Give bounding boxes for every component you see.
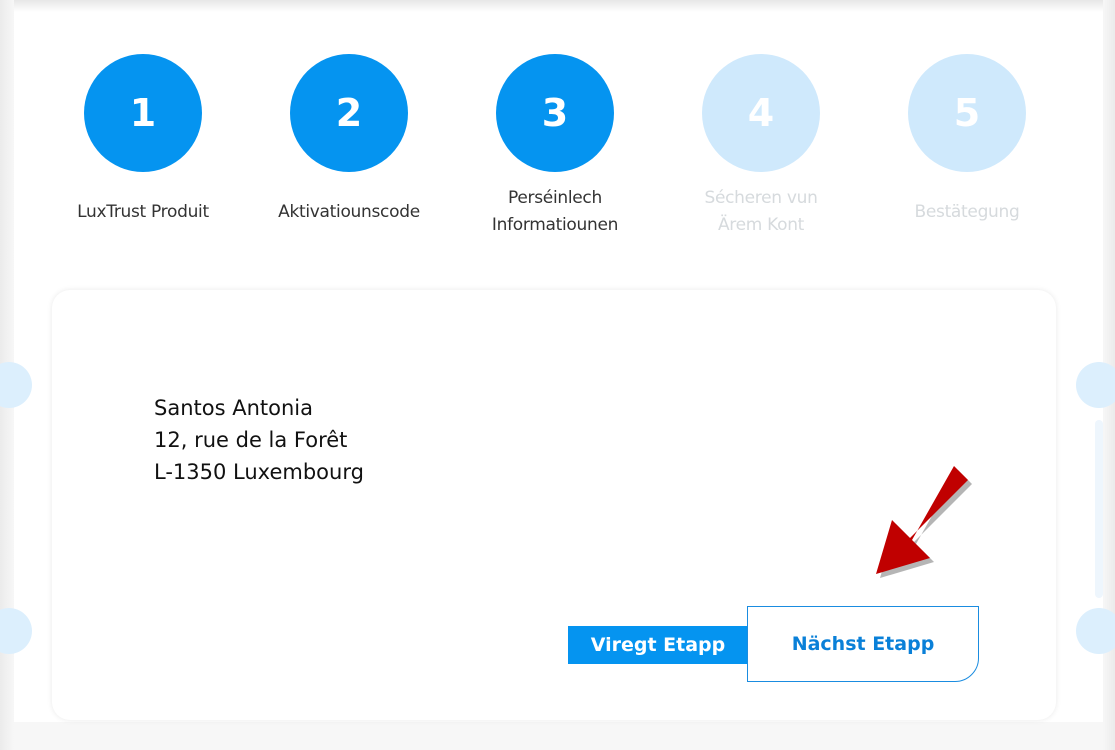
- top-shadow: [0, 0, 1115, 12]
- carousel-dot-left-bottom[interactable]: [0, 608, 32, 654]
- step-4-label: Sécheren vun Ärem Kont: [656, 184, 866, 240]
- step-4-label-line-1: Sécheren vun: [704, 188, 818, 208]
- scrollbar[interactable]: [1095, 420, 1103, 598]
- step-3-circle: 3: [496, 54, 614, 172]
- step-5-label-line: Bestätegung: [914, 201, 1020, 222]
- step-1-label: LuxTrust Produit: [38, 184, 248, 240]
- address-city: L-1350 Luxembourg: [154, 460, 364, 484]
- step-4: 4 Sécheren vun Ärem Kont: [656, 54, 866, 240]
- address-block: Santos Antonia 12, rue de la Forêt L-135…: [154, 392, 364, 488]
- step-5-label: Bestätegung: [862, 184, 1072, 240]
- carousel-dot-right-bottom[interactable]: [1076, 608, 1115, 654]
- arrow-down-left-icon: [876, 466, 972, 578]
- step-3-label-line-2: Informatiounen: [491, 215, 619, 235]
- step-2-circle: 2: [290, 54, 408, 172]
- step-3[interactable]: 3 Perséinlech Informatiounen: [450, 54, 660, 240]
- step-5: 5 Bestätegung: [862, 54, 1072, 240]
- step-1-label-line: LuxTrust Produit: [77, 201, 209, 222]
- carousel-dot-left-top[interactable]: [0, 362, 32, 408]
- address-name: Santos Antonia: [154, 396, 313, 420]
- step-1[interactable]: 1 LuxTrust Produit: [38, 54, 248, 240]
- carousel-dot-right-top[interactable]: [1076, 362, 1115, 408]
- step-1-circle: 1: [84, 54, 202, 172]
- step-4-circle: 4: [702, 54, 820, 172]
- step-2-label-line: Aktivatiounscode: [278, 201, 420, 222]
- step-2[interactable]: 2 Aktivatiounscode: [244, 54, 454, 240]
- step-2-label: Aktivatiounscode: [244, 184, 454, 240]
- next-step-button[interactable]: Nächst Etapp: [747, 606, 979, 682]
- step-3-label: Perséinlech Informatiounen: [450, 184, 660, 240]
- step-3-label-line-1: Perséinlech: [508, 188, 602, 208]
- address-street: 12, rue de la Forêt: [154, 428, 348, 452]
- bottom-band: [14, 722, 1103, 750]
- activation-wizard-page: 1 LuxTrust Produit 2 Aktivatiounscode 3 …: [0, 0, 1115, 750]
- previous-step-button[interactable]: Viregt Etapp: [568, 626, 748, 664]
- step-4-label-line-2: Ärem Kont: [717, 215, 805, 235]
- step-5-circle: 5: [908, 54, 1026, 172]
